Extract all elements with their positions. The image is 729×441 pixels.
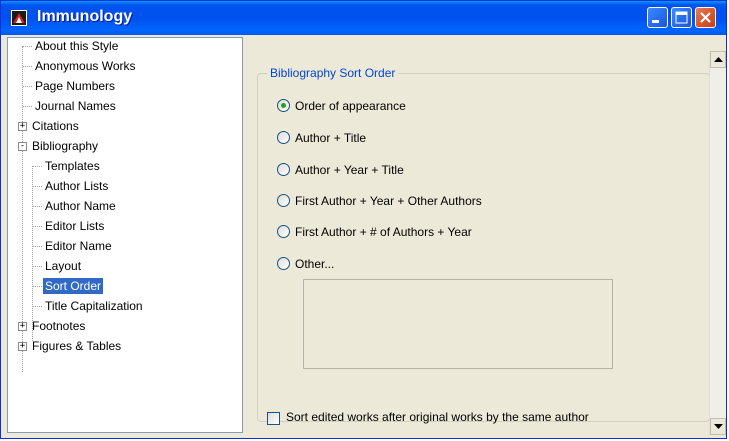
radio-button-icon[interactable] [277,163,290,176]
close-icon [700,12,711,23]
scroll-down-button[interactable] [710,418,726,435]
radio-label[interactable]: Order of appearance [295,98,406,114]
sort-edited-works-label[interactable]: Sort edited works after original works b… [286,410,589,424]
tree-connector [33,306,42,307]
tree-item-sort-order[interactable]: Sort Order [43,278,104,294]
vertical-scrollbar[interactable] [709,51,726,435]
radio-label[interactable]: Other... [295,256,334,272]
style-tree[interactable]: About this Style Anonymous Works Page Nu… [7,37,243,433]
tree-item-about-this-style[interactable]: About this Style [33,38,120,54]
tree-item-anonymous-works[interactable]: Anonymous Works [33,58,137,74]
tree-connector [23,46,32,47]
tree-connector [32,166,33,341]
arrow-down-icon [714,424,723,429]
tree-item-editor-lists[interactable]: Editor Lists [43,218,106,234]
tree-item-title-capitalization[interactable]: Title Capitalization [43,298,145,314]
tree-item-editor-name[interactable]: Editor Name [43,238,114,254]
radio-label[interactable]: First Author + Year + Other Authors [295,193,482,209]
sort-order-group [257,73,710,422]
tree-item-journal-names[interactable]: Journal Names [33,98,118,114]
tree-connector [23,66,32,67]
sort-order-panel: Bibliography Sort Order Order of appeara… [245,37,710,435]
sort-edited-works-checkbox[interactable] [267,412,280,425]
tree-connector [33,186,42,187]
radio-button-icon[interactable] [277,225,290,238]
maximize-button[interactable] [671,7,692,28]
maximize-icon [675,11,688,24]
radio-button-icon[interactable] [277,131,290,144]
expand-icon[interactable]: + [18,342,27,351]
arrow-up-icon [714,57,723,62]
tree-connector [23,86,32,87]
tree-connector [33,246,42,247]
radio-button-icon[interactable] [277,99,290,112]
radio-label[interactable]: Author + Year + Title [295,162,404,178]
scroll-up-button[interactable] [710,51,726,68]
tree-connector [33,226,42,227]
tree-connector [33,166,42,167]
tree-item-page-numbers[interactable]: Page Numbers [33,78,117,94]
close-button[interactable] [695,7,716,28]
tree-connector [33,286,42,287]
tree-item-templates[interactable]: Templates [43,158,102,174]
other-sort-field[interactable] [303,279,613,369]
collapse-icon[interactable]: - [18,142,27,151]
endnote-logo-icon [11,10,27,26]
group-title: Bibliography Sort Order [267,66,399,80]
minimize-icon [652,20,659,23]
tree-connector [33,266,42,267]
expand-icon[interactable]: + [18,122,27,131]
window-title: Immunology [37,8,133,25]
tree-item-layout[interactable]: Layout [43,258,83,274]
expand-icon[interactable]: + [18,322,27,331]
tree-item-author-name[interactable]: Author Name [43,198,118,214]
radio-label[interactable]: Author + Title [295,130,366,146]
tree-connector [33,206,42,207]
style-editor-window: Immunology About this Style Anonymous Wo… [0,0,727,439]
minimize-button[interactable] [647,7,668,28]
radio-label[interactable]: First Author + # of Authors + Year [295,224,472,240]
radio-button-icon[interactable] [277,194,290,207]
tree-item-author-lists[interactable]: Author Lists [43,178,110,194]
radio-button-icon[interactable] [277,257,290,270]
title-bar[interactable]: Immunology [1,1,726,35]
tree-item-bibliography[interactable]: Bibliography [30,138,100,154]
tree-item-citations[interactable]: Citations [30,118,81,134]
tree-item-figures-tables[interactable]: Figures & Tables [30,338,123,354]
tree-item-footnotes[interactable]: Footnotes [30,318,87,334]
tree-connector [23,106,32,107]
